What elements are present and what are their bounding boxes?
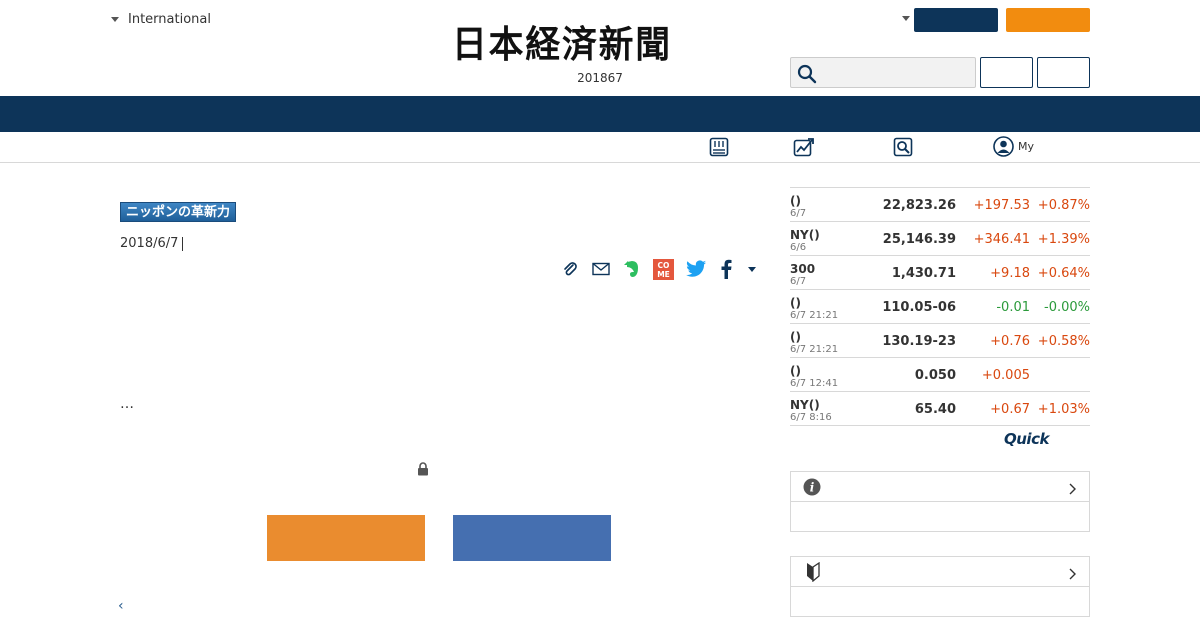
back-link[interactable]: ‹ (118, 598, 124, 614)
market-change: +346.41 (973, 232, 1030, 247)
chart-icon[interactable] (793, 137, 815, 161)
quick-logo[interactable]: Quick (1004, 430, 1049, 448)
market-row[interactable]: () 6/7 12:41 0.050 +0.005 (790, 358, 1090, 392)
market-change-pct: +1.03% (1037, 402, 1090, 417)
market-time: 6/7 21:21 (790, 344, 839, 355)
market-name: 300 (790, 262, 816, 276)
market-name: () (790, 296, 801, 310)
chevron-down-icon[interactable] (902, 16, 910, 21)
article-truncation: … (120, 396, 135, 412)
market-change: +0.67 (990, 402, 1030, 417)
more-caret-icon[interactable] (744, 258, 760, 280)
subscribe-cta-button[interactable] (267, 515, 425, 561)
market-time: 6/7 12:41 (790, 378, 839, 389)
my-label[interactable]: My (1018, 140, 1034, 153)
beginner-box-header[interactable] (791, 557, 1089, 587)
market-time: 6/6 (790, 242, 807, 253)
market-time: 6/7 8:16 (790, 412, 832, 423)
market-name: NY() (790, 398, 820, 412)
twitter-icon[interactable] (685, 258, 707, 280)
paper-icon[interactable] (709, 137, 729, 161)
market-name: () (790, 364, 801, 378)
market-change-pct: -0.00% (1044, 300, 1090, 315)
facebook-icon[interactable] (717, 258, 735, 280)
lock-icon (417, 461, 429, 480)
main-nav[interactable] (0, 96, 1200, 132)
search-icon (797, 64, 817, 84)
logo[interactable]: 日本経済新聞 (452, 26, 730, 63)
chevron-right-icon (1069, 480, 1077, 499)
login-cta-button[interactable] (453, 515, 611, 561)
user-icon[interactable] (993, 136, 1014, 161)
market-row[interactable]: () 6/7 21:21 110.05-06 -0.01 -0.00% (790, 290, 1090, 324)
sub-nav: My (0, 132, 1200, 163)
market-row[interactable]: () 6/7 22,823.26 +197.53 +0.87% (790, 188, 1090, 222)
svg-text:CO: CO (658, 261, 670, 270)
market-time: 6/7 (790, 208, 807, 219)
market-change-pct: +0.87% (1037, 198, 1090, 213)
market-value: 0.050 (914, 368, 956, 383)
market-change: +197.53 (973, 198, 1030, 213)
login-button[interactable] (914, 8, 998, 32)
search-news-icon[interactable] (893, 137, 913, 161)
edition-selector[interactable]: International (111, 12, 211, 27)
masthead-date: 201867 (577, 71, 623, 85)
market-row[interactable]: NY() 6/6 25,146.39 +346.41 +1.39% (790, 222, 1090, 256)
search-button[interactable] (980, 57, 1033, 88)
beginner-box[interactable] (790, 556, 1090, 617)
market-name: () (790, 330, 801, 344)
market-time: 6/7 21:21 (790, 310, 839, 321)
mail-icon[interactable] (591, 258, 611, 280)
menu-button[interactable] (1037, 57, 1090, 88)
info-icon: i (803, 478, 821, 500)
market-change-pct: +0.64% (1037, 266, 1090, 281)
market-value: 22,823.26 (882, 198, 956, 213)
market-value: 65.40 (914, 402, 956, 417)
market-name: () (790, 194, 801, 208)
market-row[interactable]: 300 6/7 1,430.71 +9.18 +0.64% (790, 256, 1090, 290)
beginner-mark-icon (805, 561, 821, 586)
market-change: -0.01 (996, 300, 1030, 315)
market-value: 130.19-23 (882, 334, 956, 349)
market-value: 1,430.71 (891, 266, 956, 281)
subscribe-button[interactable] (1006, 8, 1090, 32)
publish-date: 2018/6/7 (120, 236, 184, 251)
market-value: 110.05-06 (882, 300, 956, 315)
market-time: 6/7 (790, 276, 807, 287)
publish-date-text: 2018/6/7 (120, 236, 179, 251)
evernote-icon[interactable] (622, 258, 642, 280)
market-change: +9.18 (990, 266, 1030, 281)
divider (182, 236, 184, 251)
market-change: +0.005 (981, 368, 1030, 383)
market-data-panel: () 6/7 22,823.26 +197.53 +0.87% NY() 6/6 25,146… (790, 187, 1090, 426)
market-change: +0.76 (990, 334, 1030, 349)
search-input[interactable] (790, 57, 976, 88)
market-row[interactable]: () 6/7 21:21 130.19-23 +0.76 +0.58% (790, 324, 1090, 358)
market-name: NY() (790, 228, 820, 242)
market-change-pct: +0.58% (1037, 334, 1090, 349)
market-row[interactable]: NY() 6/7 8:16 65.40 +0.67 +1.03% (790, 392, 1090, 426)
clip-icon[interactable] (561, 258, 579, 280)
svg-text:i: i (810, 481, 815, 495)
info-box-header[interactable]: i (791, 472, 1089, 502)
edition-label: International (128, 12, 211, 27)
svg-text:ME: ME (657, 270, 670, 279)
market-value: 25,146.39 (882, 232, 956, 247)
come-icon[interactable]: CO ME (653, 258, 674, 280)
chevron-down-icon (111, 17, 119, 22)
chevron-right-icon (1069, 565, 1077, 584)
series-badge[interactable]: ニッポンの革新力 (120, 202, 237, 222)
market-change-pct: +1.39% (1037, 232, 1090, 247)
info-box[interactable]: i (790, 471, 1090, 532)
